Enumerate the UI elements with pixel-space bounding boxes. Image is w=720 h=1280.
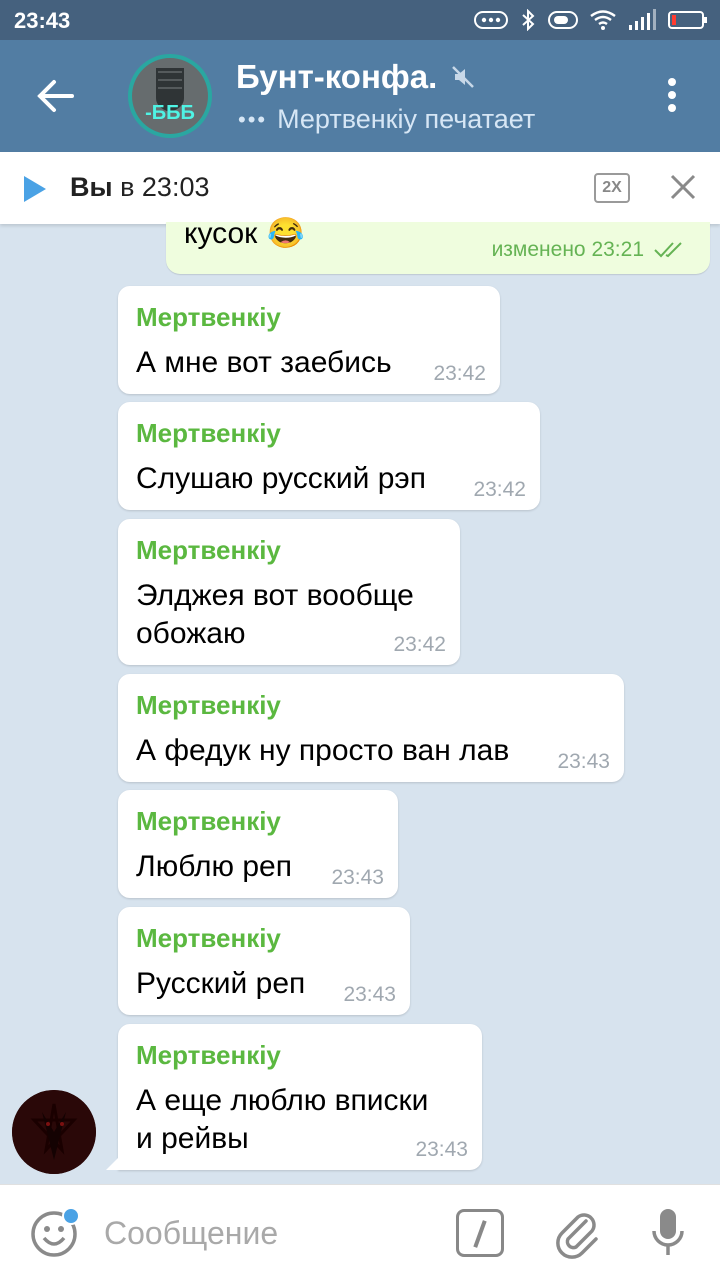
play-icon[interactable] <box>24 176 46 202</box>
message-time: 23:43 <box>557 750 610 773</box>
group-avatar-text: -БББ <box>145 102 195 124</box>
bluetooth-icon <box>522 9 535 31</box>
playback-speed-button[interactable]: 2X <box>594 173 630 203</box>
message-time: 23:42 <box>393 633 446 656</box>
audio-player-bar: Вы в 23:03 2X <box>0 152 720 224</box>
message-bubble[interactable]: Мертвенкіу Элджея вот вообще обожаю 23:4… <box>118 519 460 665</box>
message-text: Русский реп <box>136 967 306 1000</box>
chat-header: -БББ Бунт-конфа. ••• Мертвенкіу печатает <box>0 40 720 152</box>
message-bubble[interactable]: Мертвенкіу Русский реп 23:43 <box>118 907 410 1015</box>
message-input[interactable]: Сообщение <box>104 1215 278 1252</box>
message-input-bar: Сообщение <box>0 1184 720 1280</box>
message-text: А федук ну просто ван лав <box>136 734 510 767</box>
message-text: Люблю реп <box>136 850 292 883</box>
mute-icon <box>452 66 474 88</box>
player-sender: Вы <box>70 172 113 202</box>
more-dots-icon <box>474 11 508 29</box>
message-bubble[interactable]: Мертвенкіу А еще люблю вписки и рейвы 23… <box>118 1024 482 1170</box>
edited-timestamp: изменено 23:21 <box>491 238 644 261</box>
microphone-icon[interactable] <box>650 1207 686 1259</box>
sender-name[interactable]: Мертвенкіу <box>136 923 281 954</box>
typing-dots-icon: ••• <box>238 106 268 132</box>
sender-name[interactable]: Мертвенкіу <box>136 302 281 333</box>
attach-icon[interactable] <box>552 1207 600 1259</box>
sender-name[interactable]: Мертвенкіу <box>136 418 281 449</box>
own-message-meta: изменено 23:21 <box>492 238 686 262</box>
typing-status: ••• Мертвенкіу печатает <box>238 104 535 135</box>
sender-name[interactable]: Мертвенкіу <box>136 806 281 837</box>
close-icon[interactable] <box>668 172 698 202</box>
bot-command-icon[interactable] <box>456 1209 504 1257</box>
back-arrow-icon[interactable] <box>30 74 78 118</box>
sender-name[interactable]: Мертвенкіу <box>136 535 281 566</box>
sender-name[interactable]: Мертвенкіу <box>136 1040 281 1071</box>
sender-name[interactable]: Мертвенкіу <box>136 690 281 721</box>
status-bar: 23:43 <box>0 0 720 40</box>
group-avatar[interactable]: -БББ <box>128 54 212 138</box>
message-time: 23:43 <box>343 983 396 1006</box>
message-bubble[interactable]: Мертвенкіу А федук ну просто ван лав 23:… <box>118 674 624 782</box>
message-time: 23:43 <box>331 866 384 889</box>
signal-icon <box>629 9 656 30</box>
more-menu-icon[interactable] <box>656 70 688 120</box>
player-info[interactable]: Вы в 23:03 <box>70 172 209 203</box>
status-icons <box>474 6 708 34</box>
message-text: Слушаю русский рэп <box>136 462 426 495</box>
wifi-icon <box>590 10 616 30</box>
double-check-icon <box>654 242 682 258</box>
player-time: в 23:03 <box>112 172 210 202</box>
battery-low-icon <box>668 11 707 29</box>
own-message-bubble[interactable]: кусок 😂 изменено 23:21 <box>166 217 710 274</box>
message-bubble[interactable]: Мертвенкіу А мне вот заебись 23:42 <box>118 286 500 394</box>
status-time: 23:43 <box>14 8 71 33</box>
laughing-emoji-icon: 😂 <box>267 217 305 250</box>
notification-dot <box>62 1207 80 1225</box>
message-bubble[interactable]: Мертвенкіу Слушаю русский рэп 23:42 <box>118 402 540 510</box>
message-text: А еще люблю вписки и рейвы <box>136 1084 429 1155</box>
pentagram-icon <box>12 1090 96 1174</box>
message-text: Элджея вот вообще обожаю <box>136 579 414 650</box>
message-time: 23:43 <box>415 1138 468 1161</box>
message-text: А мне вот заебись <box>136 346 392 379</box>
message-bubble[interactable]: Мертвенкіу Люблю реп 23:43 <box>118 790 398 898</box>
message-time: 23:42 <box>433 362 486 385</box>
data-saver-icon <box>548 11 578 29</box>
typing-text: Мертвенкіу печатает <box>277 104 536 134</box>
chat-title[interactable]: Бунт-конфа. <box>236 58 437 96</box>
message-time: 23:42 <box>473 478 526 501</box>
own-message-text: кусок 😂 <box>184 216 305 251</box>
avatar[interactable] <box>12 1090 96 1174</box>
